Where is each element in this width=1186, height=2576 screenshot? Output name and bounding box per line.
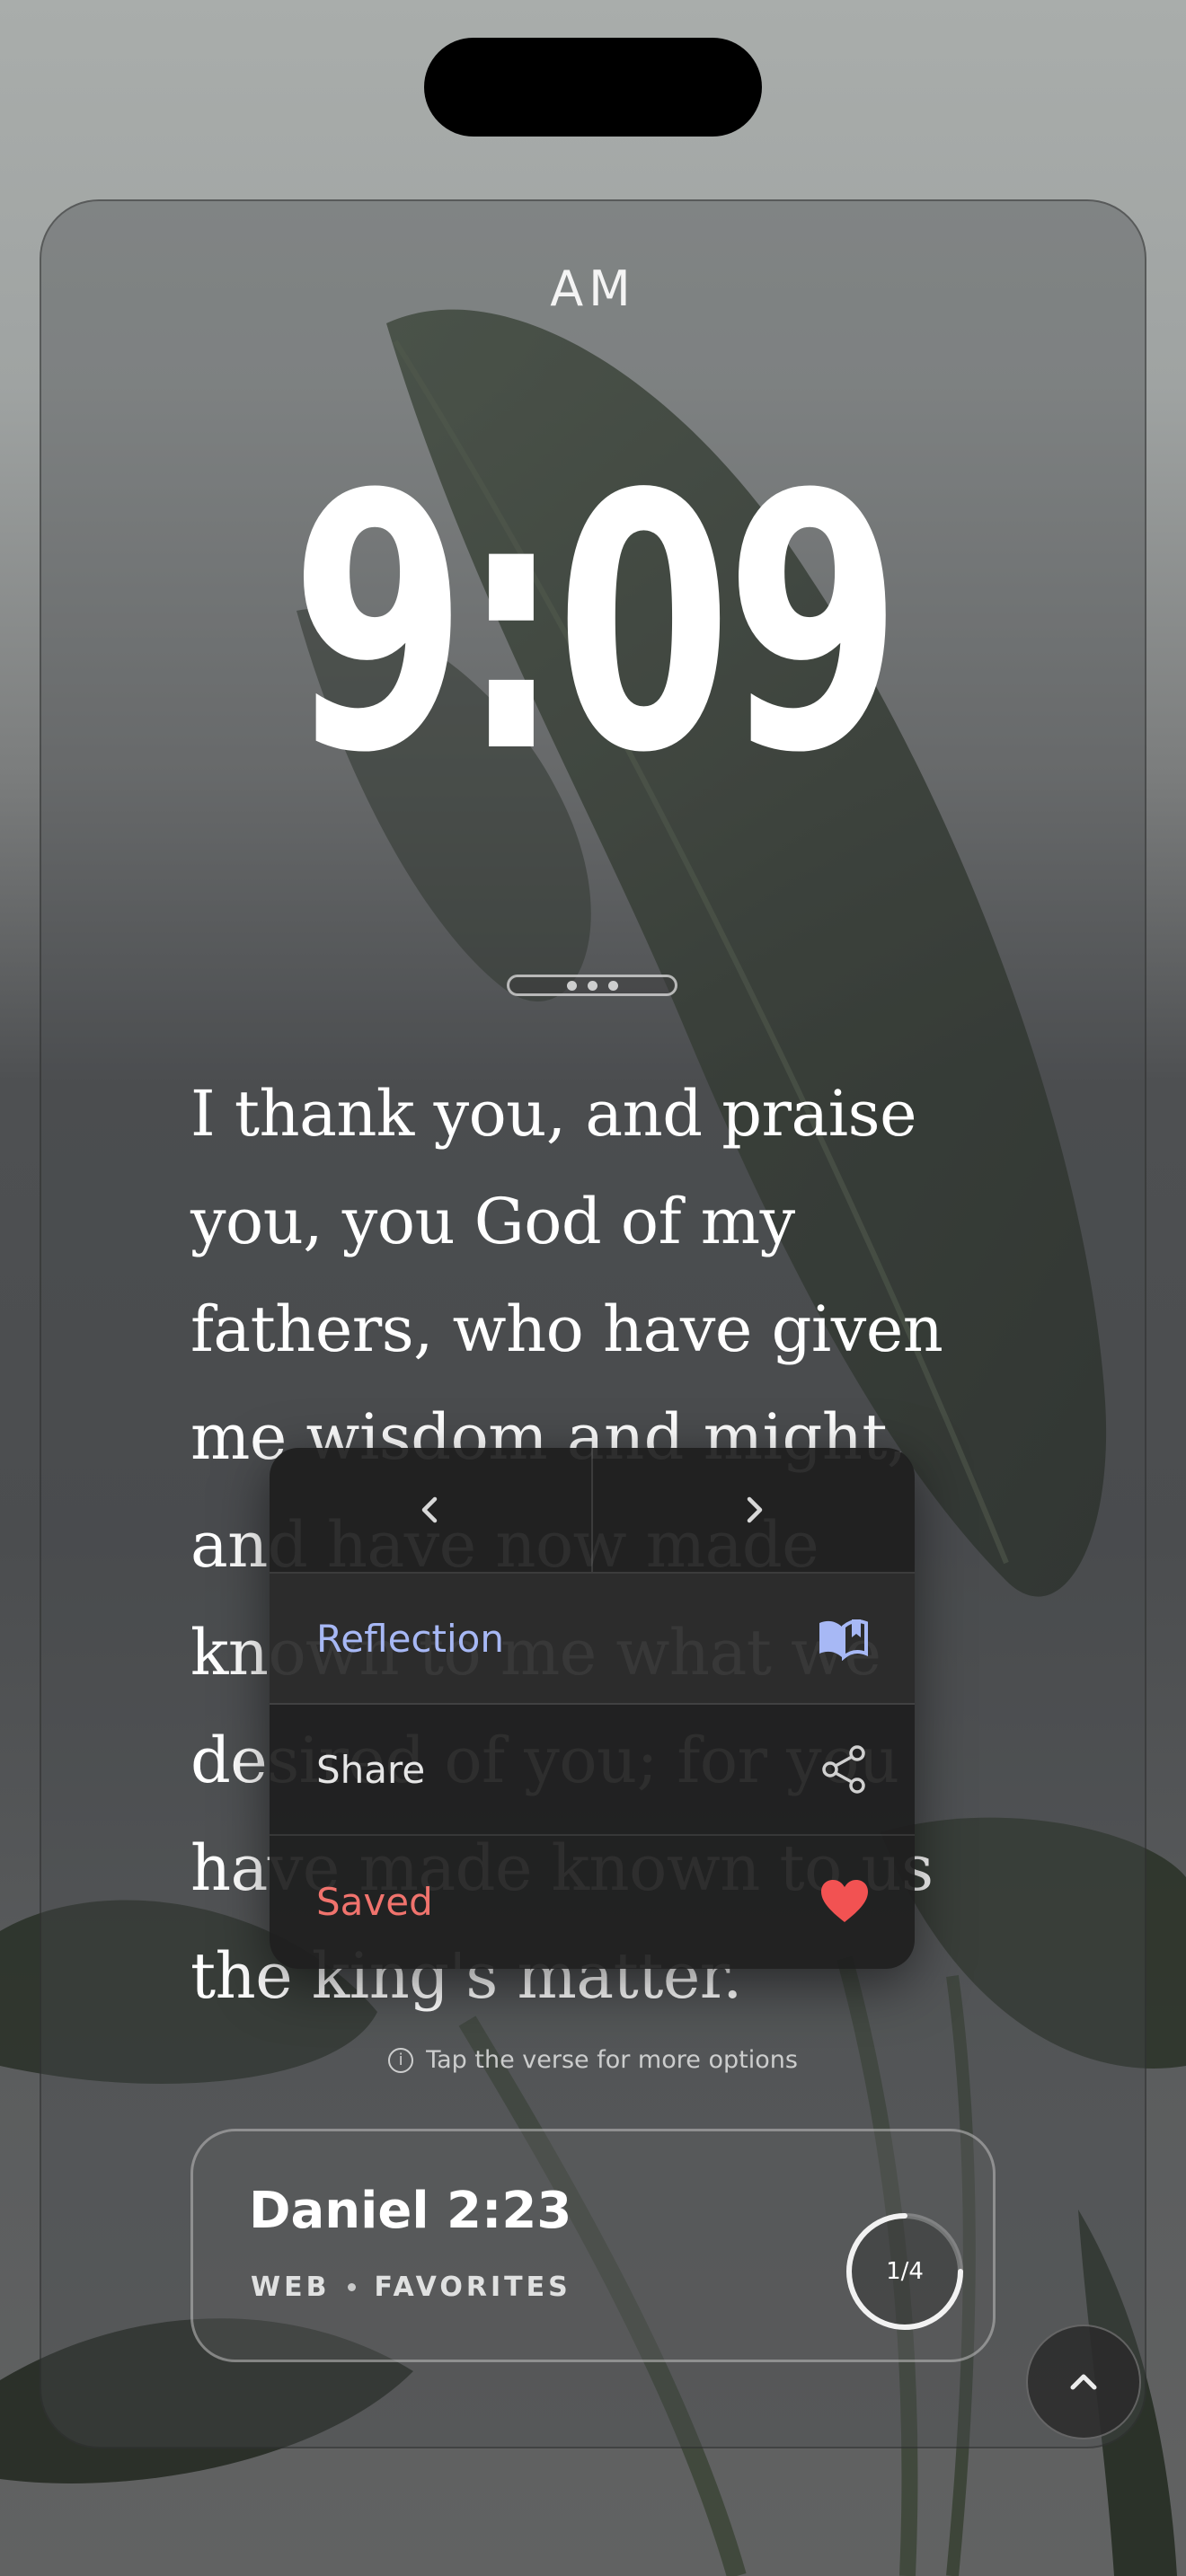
verse-meta: WEB FAVORITES bbox=[251, 2272, 571, 2303]
chevron-up-icon bbox=[1070, 2374, 1097, 2390]
reflection-label: Reflection bbox=[316, 1616, 504, 1661]
chevron-right-icon bbox=[747, 1496, 763, 1523]
saved-menu-item[interactable]: Saved bbox=[270, 1836, 915, 1967]
verse-position: 1/4 bbox=[886, 2258, 924, 2285]
page-dot bbox=[587, 980, 597, 991]
heart-icon bbox=[821, 1880, 868, 1922]
info-icon: i bbox=[388, 2047, 414, 2073]
chevron-left-icon bbox=[421, 1496, 438, 1523]
collection-label: FAVORITES bbox=[374, 2272, 571, 2303]
saved-label: Saved bbox=[316, 1879, 433, 1924]
verse-reference: Daniel 2:23 bbox=[249, 2182, 572, 2240]
clock-period: AM bbox=[550, 260, 636, 317]
tap-hint: i Tap the verse for more options bbox=[0, 2046, 1186, 2074]
share-icon bbox=[822, 1745, 865, 1794]
previous-verse-button[interactable] bbox=[270, 1448, 591, 1572]
hint-text: Tap the verse for more options bbox=[426, 2046, 798, 2074]
clock-time: 9:09 bbox=[290, 420, 901, 830]
lock-screen: AM 9:09 I thank you, and praise you, you… bbox=[0, 0, 1186, 2576]
separator-dot bbox=[348, 2283, 357, 2291]
scroll-up-button[interactable] bbox=[1026, 2325, 1141, 2439]
page-indicator[interactable] bbox=[507, 975, 677, 996]
share-menu-item[interactable]: Share bbox=[270, 1705, 915, 1836]
next-verse-button[interactable] bbox=[591, 1448, 915, 1572]
book-open-icon bbox=[819, 1619, 868, 1661]
translation-label: WEB bbox=[251, 2272, 331, 2303]
reflection-menu-item[interactable]: Reflection bbox=[270, 1574, 915, 1705]
verse-reference-card[interactable]: Daniel 2:23 WEB FAVORITES 1/4 bbox=[190, 2129, 996, 2362]
dynamic-island bbox=[424, 38, 762, 137]
verse-options-menu: Reflection Share Saved bbox=[270, 1448, 915, 1969]
page-dot bbox=[607, 980, 618, 991]
menu-navigation bbox=[270, 1448, 915, 1574]
page-dot bbox=[566, 980, 577, 991]
share-label: Share bbox=[316, 1747, 426, 1792]
